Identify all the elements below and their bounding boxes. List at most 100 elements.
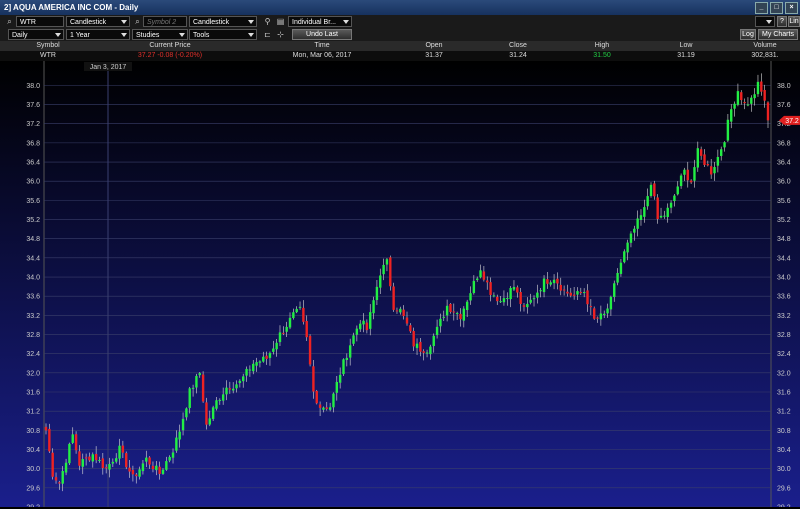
- candle-body: [666, 207, 669, 218]
- candle-body: [472, 280, 476, 294]
- candle-body: [185, 408, 188, 418]
- price-chart[interactable]: 29.229.630.030.430.831.231.632.032.432.8…: [0, 61, 800, 509]
- my-charts-button[interactable]: My Charts: [758, 29, 798, 40]
- help-button[interactable]: ?: [777, 16, 787, 27]
- candle-body: [258, 361, 262, 363]
- candle-body: [572, 294, 576, 296]
- candle-body: [502, 298, 506, 303]
- window-controls: _ □ ×: [755, 2, 798, 14]
- zoom-icon[interactable]: ⚲: [262, 16, 273, 27]
- candle-body: [282, 332, 285, 334]
- candle-body: [552, 279, 556, 284]
- candle-body: [231, 388, 235, 391]
- candle-body: [435, 326, 439, 335]
- cursor-icon[interactable]: ⊹: [275, 29, 286, 40]
- candle-body: [723, 142, 726, 148]
- quote-open: 31.37: [425, 52, 443, 59]
- candle-body: [750, 97, 753, 104]
- quote-low: 31.19: [677, 52, 695, 59]
- candle-body: [636, 218, 639, 229]
- y-tick-label-right: 35.6: [777, 198, 791, 205]
- minimize-icon[interactable]: _: [755, 2, 768, 14]
- candle-body: [609, 296, 613, 310]
- log-button[interactable]: Log: [740, 29, 756, 40]
- candle-body: [439, 318, 442, 327]
- menu-dropdown[interactable]: [755, 16, 775, 27]
- candle: [68, 442, 71, 466]
- tools-select[interactable]: Tools: [189, 29, 257, 40]
- candle-body: [549, 282, 552, 285]
- candle-body: [459, 313, 462, 320]
- candle-body: [359, 323, 362, 330]
- y-tick-label-right: 32.0: [777, 370, 791, 377]
- candle-body: [348, 345, 352, 358]
- candle: [392, 282, 395, 312]
- candlestick-chart[interactable]: 29.229.630.030.430.831.231.632.032.432.8…: [0, 61, 800, 509]
- candle-body: [94, 453, 98, 461]
- symbol-input[interactable]: WTR: [16, 16, 64, 27]
- candle-body: [352, 335, 355, 344]
- candle-body: [218, 399, 222, 401]
- y-tick-label-left: 36.0: [26, 179, 40, 186]
- candle-body: [566, 291, 569, 294]
- candle-body: [526, 303, 529, 308]
- y-tick-label-left: 37.2: [26, 121, 40, 128]
- candle-body: [325, 407, 328, 409]
- candle-body: [425, 352, 429, 354]
- period-select[interactable]: Daily: [8, 29, 64, 40]
- candle-body: [268, 353, 272, 358]
- chart-type2-select[interactable]: Candlestick: [189, 16, 257, 27]
- y-tick-label-right: 31.2: [777, 409, 791, 416]
- candle-body: [512, 287, 516, 290]
- candle-body: [733, 103, 736, 109]
- candle-body: [519, 291, 522, 304]
- y-tick-label-left: 34.8: [26, 236, 40, 243]
- candle-body: [148, 457, 151, 465]
- candle-body: [108, 463, 111, 470]
- candle-body: [262, 356, 265, 362]
- y-tick-label-left: 34.4: [26, 255, 40, 262]
- candle-body: [158, 466, 161, 474]
- symbol2-input[interactable]: Symbol 2: [143, 16, 187, 27]
- search-symbol2-icon[interactable]: ⌕: [132, 16, 143, 27]
- candle-body: [713, 167, 716, 174]
- candle-body: [455, 313, 459, 315]
- col-low: Low: [679, 42, 693, 49]
- candle-body: [392, 286, 395, 310]
- maximize-icon[interactable]: □: [770, 2, 783, 14]
- quote-table-row[interactable]: WTR 37.27 -0.08 (-0.20%) Mon, Mar 06, 20…: [0, 51, 800, 61]
- view-mode-select[interactable]: Individual Br...: [288, 16, 352, 27]
- candle-body: [760, 81, 763, 92]
- candle-body: [509, 287, 512, 300]
- y-tick-label-right: 34.0: [777, 275, 791, 282]
- candle-body: [629, 233, 633, 243]
- close-icon[interactable]: ×: [785, 2, 798, 14]
- price-tag-label: 37.2: [785, 118, 799, 125]
- candle: [308, 334, 312, 367]
- undo-last-button[interactable]: Undo Last: [292, 29, 352, 40]
- y-tick-label-right: 35.2: [777, 217, 791, 224]
- candle-body: [44, 426, 48, 431]
- chart-type-select[interactable]: Candlestick: [66, 16, 130, 27]
- candle-body: [633, 228, 636, 233]
- candle-body: [429, 346, 432, 355]
- candle-body: [305, 320, 308, 338]
- candle-body: [114, 458, 118, 462]
- range-select[interactable]: 1 Year: [66, 29, 130, 40]
- draw-icon[interactable]: ⊏: [262, 29, 273, 40]
- candle-body: [539, 290, 542, 292]
- candle-body: [375, 286, 379, 300]
- link-button[interactable]: Lin: [788, 16, 800, 27]
- candle-body: [693, 167, 696, 181]
- candle: [125, 451, 128, 470]
- candle-body: [379, 275, 382, 288]
- candle-body: [746, 104, 750, 106]
- chart-icon[interactable]: ▤: [275, 16, 286, 27]
- y-tick-label-right: 33.6: [777, 294, 791, 301]
- candle-body: [592, 308, 596, 319]
- candle-body: [51, 452, 54, 477]
- search-icon[interactable]: ⌕: [4, 16, 15, 27]
- studies-select[interactable]: Studies: [132, 29, 188, 40]
- candle-body: [171, 452, 175, 458]
- candle-body: [362, 320, 365, 325]
